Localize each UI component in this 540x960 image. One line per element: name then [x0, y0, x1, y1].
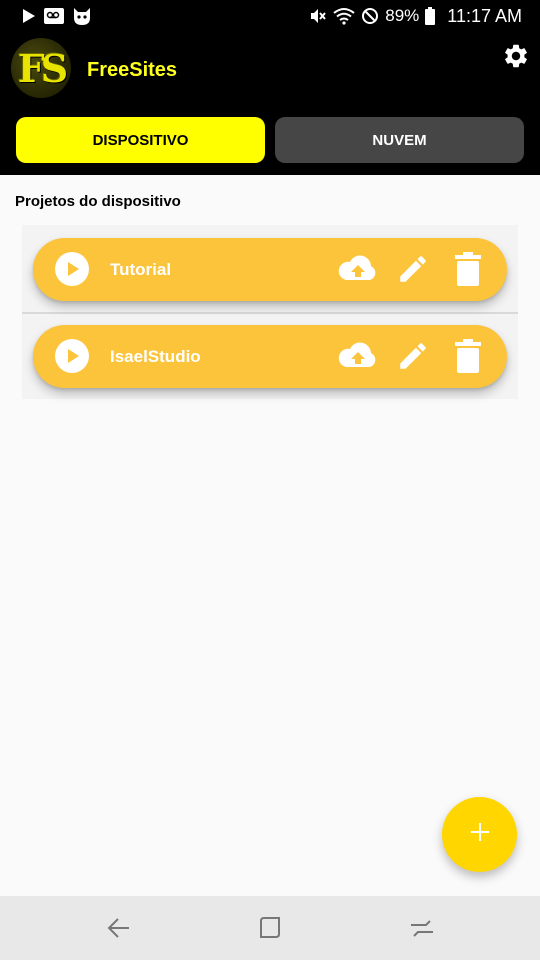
status-bar: 89% 11:17 AM: [0, 0, 540, 32]
app-title: FreeSites: [87, 59, 178, 81]
add-project-button[interactable]: [442, 797, 517, 872]
project-name: IsaelStudio: [110, 347, 201, 366]
list-divider: [22, 312, 518, 314]
recents-icon[interactable]: [256, 914, 284, 942]
clock: 11:17 AM: [447, 5, 522, 26]
home-icon[interactable]: [408, 914, 436, 942]
trash-icon[interactable]: [455, 339, 481, 373]
tab-nuvem-label: NUVEM: [372, 131, 427, 149]
project-card[interactable]: IsaelStudio: [33, 325, 507, 388]
status-system: 89% 11:17 AM: [309, 6, 522, 27]
app-logo: FS: [11, 38, 71, 98]
project-card[interactable]: Tutorial: [33, 238, 507, 301]
back-icon[interactable]: [104, 914, 132, 942]
app-header: FS FreeSites DISPOSITIVO NUVEM: [0, 32, 540, 175]
navigation-bar: [0, 896, 540, 960]
project-name: Tutorial: [110, 260, 172, 279]
battery-percent: 89%: [385, 6, 420, 25]
status-notifications: [22, 6, 92, 26]
trash-icon[interactable]: [455, 252, 481, 286]
cloud-upload-icon[interactable]: [337, 253, 379, 285]
app-logo-text: FS: [17, 45, 68, 91]
cloud-upload-icon[interactable]: [337, 340, 379, 372]
do-not-disturb-icon: [361, 7, 379, 25]
voicemail-icon: [44, 8, 64, 24]
pencil-icon[interactable]: [396, 252, 430, 286]
wifi-icon: [333, 7, 355, 25]
tab-dispositivo[interactable]: DISPOSITIVO: [16, 117, 265, 163]
play-store-icon: [22, 8, 36, 24]
play-icon[interactable]: [55, 339, 89, 373]
tab-dispositivo-label: DISPOSITIVO: [92, 131, 189, 149]
tab-nuvem[interactable]: NUVEM: [275, 117, 524, 163]
gear-icon[interactable]: [502, 42, 530, 70]
mute-icon: [309, 7, 327, 25]
pencil-icon[interactable]: [396, 339, 430, 373]
battery-icon: [425, 7, 436, 25]
plus-icon: [469, 821, 491, 848]
cat-app-icon: [72, 6, 92, 26]
play-icon[interactable]: [55, 252, 89, 286]
section-title: Projetos do dispositivo: [15, 193, 181, 210]
